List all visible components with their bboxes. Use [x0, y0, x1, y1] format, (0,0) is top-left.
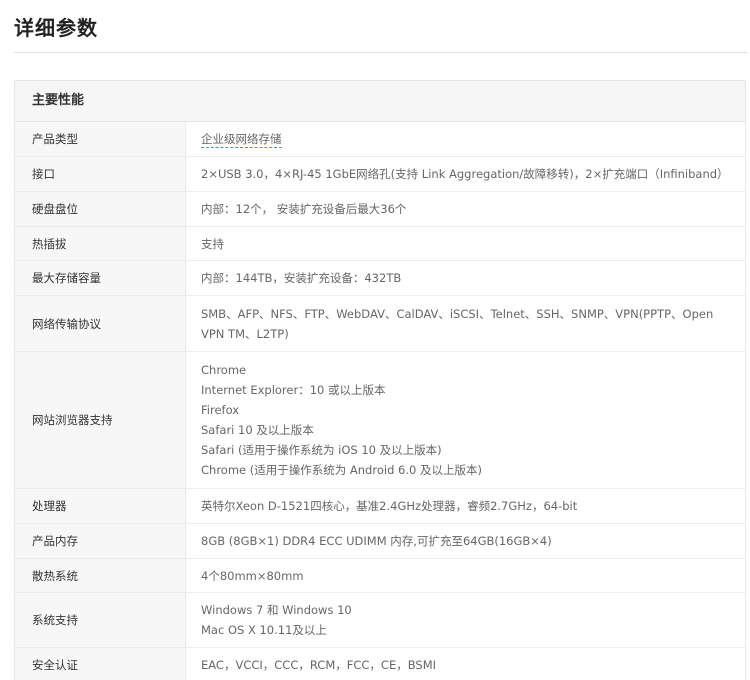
row-label: 硬盘盘位: [15, 192, 186, 226]
value-line: 内部：12个， 安装扩充设备后最大36个: [201, 202, 407, 216]
value-line: 英特尔Xeon D-1521四核心，基准2.4GHz处理器，睿频2.7GHz，6…: [201, 499, 578, 513]
value-line: Firefox: [201, 403, 240, 417]
row-label: 产品内存: [15, 524, 186, 558]
table-row: 处理器 英特尔Xeon D-1521四核心，基准2.4GHz处理器，睿频2.7GH…: [15, 489, 745, 524]
table-row: 最大存储容量 内部：144TB，安装扩充设备：432TB: [15, 261, 745, 296]
spec-table: 主要性能 产品类型 企业级网络存储 接口 2×USB 3.0，4×RJ-45 1GbE…: [14, 80, 746, 680]
row-value: 2×USB 3.0，4×RJ-45 1GbE网络孔(支持 Link Aggreg…: [186, 157, 745, 191]
value-line: EAC，VCCI，CCC，RCM，FCC，CE，BSMI: [201, 658, 437, 672]
value-line: SMB、AFP、NFS、FTP、WebDAV、CalDAV、iSCSI、Teln…: [201, 306, 714, 341]
page-title: 详细参数: [14, 16, 98, 40]
value-line: 支持: [201, 236, 224, 251]
value-line: 内部：144TB，安装扩充设备：432TB: [201, 271, 402, 285]
row-label: 接口: [15, 157, 186, 191]
row-label: 安全认证: [15, 648, 186, 680]
row-label: 处理器: [15, 489, 186, 523]
product-type-link[interactable]: 企业级网络存储: [201, 131, 282, 148]
row-label: 最大存储容量: [15, 261, 186, 295]
value-line: 8GB (8GB×1) DDR4 ECC UDIMM 内存,可扩充至64GB(1…: [201, 534, 552, 548]
section-header: 主要性能: [15, 81, 745, 122]
row-value: 4个80mm×80mm: [186, 559, 745, 592]
row-label: 系统支持: [15, 593, 186, 647]
table-row: 网站浏览器支持 Chrome Internet Explorer：10 或以上版本 F…: [15, 352, 745, 489]
table-row: 产品内存 8GB (8GB×1) DDR4 ECC UDIMM 内存,可扩充至64…: [15, 524, 745, 559]
row-value: Windows 7 和 Windows 10 Mac OS X 10.11及以上: [186, 593, 745, 647]
spec-rows: 产品类型 企业级网络存储 接口 2×USB 3.0，4×RJ-45 1GbE网络孔(支…: [15, 122, 745, 680]
value-line: 4个80mm×80mm: [201, 568, 304, 583]
value-line: 2×USB 3.0，4×RJ-45 1GbE网络孔(支持 Link Aggreg…: [201, 167, 729, 181]
value-line: Safari 10 及以上版本: [201, 423, 314, 437]
value-line: Mac OS X 10.11及以上: [201, 623, 327, 637]
row-label: 热插拔: [15, 227, 186, 260]
row-label: 产品类型: [15, 122, 186, 156]
row-value: 8GB (8GB×1) DDR4 ECC UDIMM 内存,可扩充至64GB(1…: [186, 524, 745, 558]
title-divider: [14, 52, 748, 53]
table-row: 网络传输协议 SMB、AFP、NFS、FTP、WebDAV、CalDAV、iSCS…: [15, 296, 745, 352]
table-row: 接口 2×USB 3.0，4×RJ-45 1GbE网络孔(支持 Link Aggr…: [15, 157, 745, 192]
value-line: Internet Explorer：10 或以上版本: [201, 383, 386, 397]
row-label: 网络传输协议: [15, 296, 186, 351]
row-value: 英特尔Xeon D-1521四核心，基准2.4GHz处理器，睿频2.7GHz，6…: [186, 489, 745, 523]
table-row: 系统支持 Windows 7 和 Windows 10 Mac OS X 10.11…: [15, 593, 745, 648]
row-value: SMB、AFP、NFS、FTP、WebDAV、CalDAV、iSCSI、Teln…: [186, 296, 745, 351]
row-value: Chrome Internet Explorer：10 或以上版本 Firefox S…: [186, 352, 745, 488]
spec-page: 详细参数 主要性能 产品类型 企业级网络存储 接口 2×USB 3.0，4×RJ-45…: [0, 0, 750, 680]
value-line: Windows 7 和 Windows 10: [201, 603, 352, 617]
row-label: 网站浏览器支持: [15, 352, 186, 488]
row-value: 企业级网络存储: [186, 122, 745, 156]
row-value: 内部：144TB，安装扩充设备：432TB: [186, 261, 745, 295]
table-row: 热插拔 支持: [15, 227, 745, 261]
value-line: Safari (适用于操作系统为 iOS 10 及以上版本): [201, 443, 442, 457]
table-row: 硬盘盘位 内部：12个， 安装扩充设备后最大36个: [15, 192, 745, 227]
value-line: Chrome (适用于操作系统为 Android 6.0 及以上版本): [201, 463, 482, 477]
row-value: 内部：12个， 安装扩充设备后最大36个: [186, 192, 745, 226]
value-line: Chrome: [201, 363, 247, 377]
row-value: 支持: [186, 227, 745, 260]
table-row: 散热系统 4个80mm×80mm: [15, 559, 745, 593]
table-row: 产品类型 企业级网络存储: [15, 122, 745, 157]
table-row: 安全认证 EAC，VCCI，CCC，RCM，FCC，CE，BSMI: [15, 648, 745, 680]
row-value: EAC，VCCI，CCC，RCM，FCC，CE，BSMI: [186, 648, 745, 680]
row-label: 散热系统: [15, 559, 186, 592]
